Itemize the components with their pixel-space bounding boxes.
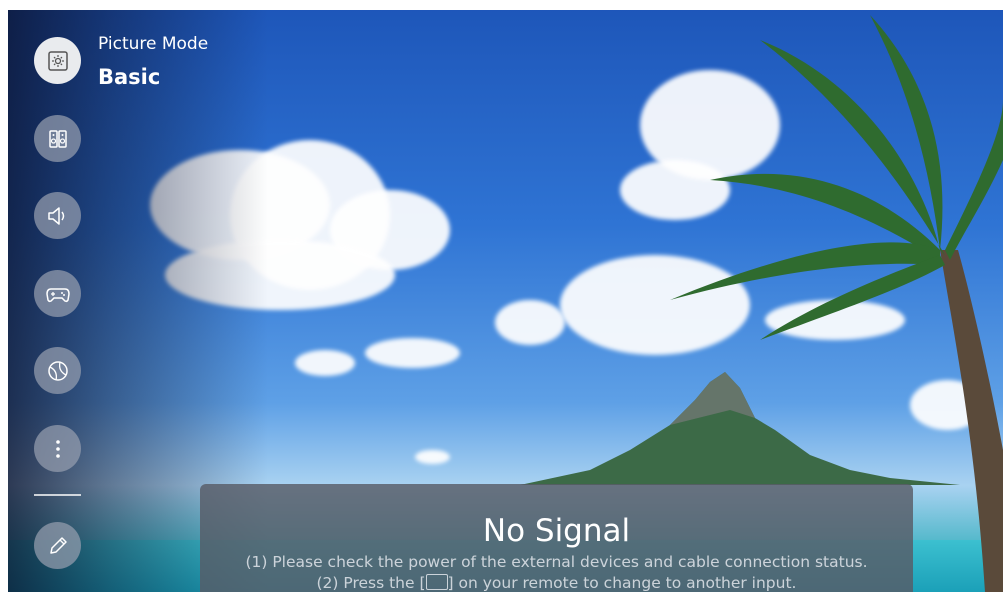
input-icon xyxy=(425,574,448,590)
speakers-icon xyxy=(48,129,67,148)
instruction-2-prefix: (2) Press the [ xyxy=(316,574,426,592)
screen-border xyxy=(0,0,1003,10)
sound-output-button[interactable] xyxy=(34,192,81,239)
picture-mode-value: Basic xyxy=(98,65,161,89)
gamepad-icon xyxy=(45,287,70,302)
sound-mode-button[interactable] xyxy=(34,115,81,162)
ball-icon xyxy=(47,360,68,381)
no-signal-panel: No Signal (1) Please check the power of … xyxy=(200,484,913,592)
cloud xyxy=(495,300,565,345)
instruction-2-suffix: ] on your remote to change to another in… xyxy=(447,574,797,592)
more-button[interactable] xyxy=(34,425,81,472)
screen-border xyxy=(0,0,8,592)
no-signal-instruction-2: (2) Press the [ ] on your remote to chang… xyxy=(200,574,913,592)
sports-button[interactable] xyxy=(34,347,81,394)
more-vertical-icon xyxy=(55,439,60,458)
no-signal-title: No Signal xyxy=(482,513,631,549)
cloud xyxy=(365,338,460,368)
no-signal-instruction-1: (1) Please check the power of the extern… xyxy=(245,553,868,571)
picture-mode-button[interactable] xyxy=(34,37,81,84)
cloud xyxy=(415,450,450,464)
volume-icon xyxy=(47,206,64,225)
sidebar-divider xyxy=(34,494,81,496)
cloud xyxy=(295,350,355,376)
pencil-icon xyxy=(49,536,67,554)
brightness-icon xyxy=(47,50,68,71)
tv-screen: Picture Mode Basic No Signal (1) Please … xyxy=(0,0,1003,592)
game-button[interactable] xyxy=(34,270,81,317)
edit-button[interactable] xyxy=(34,522,81,569)
picture-mode-title: Picture Mode xyxy=(98,34,209,54)
